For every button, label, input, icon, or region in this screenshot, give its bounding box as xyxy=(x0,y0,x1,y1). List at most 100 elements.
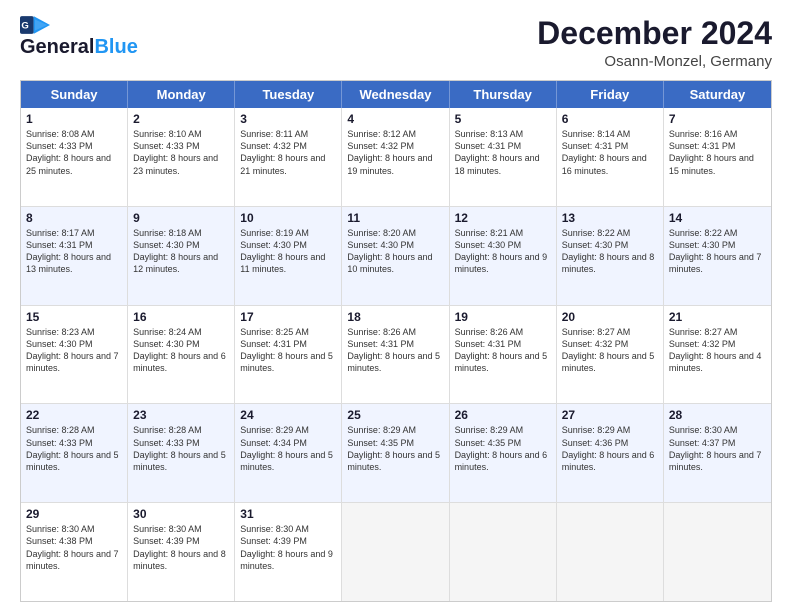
svg-text:G: G xyxy=(21,20,28,31)
day-number: 21 xyxy=(669,310,766,324)
calendar-cell: 8 Sunrise: 8:17 AMSunset: 4:31 PMDaylight… xyxy=(21,207,128,305)
day-number: 27 xyxy=(562,408,658,422)
day-number: 8 xyxy=(26,211,122,225)
calendar-cell: 17Sunrise: 8:25 AMSunset: 4:31 PMDayligh… xyxy=(235,306,342,404)
day-number: 11 xyxy=(347,211,443,225)
cell-info: Sunrise: 8:27 AMSunset: 4:32 PMDaylight:… xyxy=(669,326,766,375)
calendar: Sunday Monday Tuesday Wednesday Thursday… xyxy=(20,80,772,602)
day-number: 26 xyxy=(455,408,551,422)
header: G General Blue December 2024 Osann-Monze… xyxy=(20,16,772,70)
calendar-cell: 12 Sunrise: 8:21 AMSunset: 4:30 PMDayligh… xyxy=(450,207,557,305)
cell-info: Sunrise: 8:12 AMSunset: 4:32 PMDaylight:… xyxy=(347,128,443,177)
calendar-cell: 15Sunrise: 8:23 AMSunset: 4:30 PMDayligh… xyxy=(21,306,128,404)
calendar-cell: 19 Sunrise: 8:26 AMSunset: 4:31 PMDayligh… xyxy=(450,306,557,404)
cell-info: Sunrise: 8:30 AMSunset: 4:39 PMDaylight:… xyxy=(240,523,336,572)
cell-info: Sunrise: 8:26 AMSunset: 4:31 PMDaylight:… xyxy=(347,326,443,375)
calendar-cell: 29 Sunrise: 8:30 AMSunset: 4:38 PMDayligh… xyxy=(21,503,128,601)
logo-general: General xyxy=(20,36,94,59)
cell-info: Sunrise: 8:24 AMSunset: 4:30 PMDaylight:… xyxy=(133,326,229,375)
day-number: 13 xyxy=(562,211,658,225)
day-number: 20 xyxy=(562,310,658,324)
cell-info: Sunrise: 8:10 AMSunset: 4:33 PMDaylight:… xyxy=(133,128,229,177)
cell-info: Sunrise: 8:18 AMSunset: 4:30 PMDaylight:… xyxy=(133,227,229,276)
day-number: 14 xyxy=(669,211,766,225)
day-number: 4 xyxy=(347,112,443,126)
day-number: 7 xyxy=(669,112,766,126)
calendar-cell: 26Sunrise: 8:29 AMSunset: 4:35 PMDayligh… xyxy=(450,404,557,502)
day-number: 29 xyxy=(26,507,122,521)
calendar-cell: 7 Sunrise: 8:16 AMSunset: 4:31 PMDaylight… xyxy=(664,108,771,206)
logo-icon: G xyxy=(20,16,50,34)
day-number: 22 xyxy=(26,408,122,422)
calendar-cell xyxy=(664,503,771,601)
calendar-cell: 16 Sunrise: 8:24 AMSunset: 4:30 PMDayligh… xyxy=(128,306,235,404)
calendar-cell: 31Sunrise: 8:30 AMSunset: 4:39 PMDayligh… xyxy=(235,503,342,601)
day-number: 19 xyxy=(455,310,551,324)
cell-info: Sunrise: 8:21 AMSunset: 4:30 PMDaylight:… xyxy=(455,227,551,276)
cell-info: Sunrise: 8:26 AMSunset: 4:31 PMDaylight:… xyxy=(455,326,551,375)
cell-info: Sunrise: 8:08 AMSunset: 4:33 PMDaylight:… xyxy=(26,128,122,177)
calendar-row-4: 22 Sunrise: 8:28 AMSunset: 4:33 PMDayligh… xyxy=(21,404,771,503)
calendar-cell xyxy=(342,503,449,601)
month-title: December 2024 xyxy=(537,16,772,51)
calendar-cell: 11 Sunrise: 8:20 AMSunset: 4:30 PMDayligh… xyxy=(342,207,449,305)
calendar-cell: 27 Sunrise: 8:29 AMSunset: 4:36 PMDayligh… xyxy=(557,404,664,502)
day-number: 6 xyxy=(562,112,658,126)
day-number: 28 xyxy=(669,408,766,422)
header-saturday: Saturday xyxy=(664,81,771,108)
cell-info: Sunrise: 8:14 AMSunset: 4:31 PMDaylight:… xyxy=(562,128,658,177)
cell-info: Sunrise: 8:22 AMSunset: 4:30 PMDaylight:… xyxy=(562,227,658,276)
calendar-cell xyxy=(557,503,664,601)
calendar-cell: 14Sunrise: 8:22 AMSunset: 4:30 PMDayligh… xyxy=(664,207,771,305)
cell-info: Sunrise: 8:30 AMSunset: 4:38 PMDaylight:… xyxy=(26,523,122,572)
calendar-row-1: 1 Sunrise: 8:08 AMSunset: 4:33 PMDaylight… xyxy=(21,108,771,207)
calendar-cell: 18Sunrise: 8:26 AMSunset: 4:31 PMDayligh… xyxy=(342,306,449,404)
cell-info: Sunrise: 8:28 AMSunset: 4:33 PMDaylight:… xyxy=(133,424,229,473)
calendar-body: 1 Sunrise: 8:08 AMSunset: 4:33 PMDaylight… xyxy=(21,108,771,601)
day-number: 12 xyxy=(455,211,551,225)
header-sunday: Sunday xyxy=(21,81,128,108)
calendar-row-5: 29 Sunrise: 8:30 AMSunset: 4:38 PMDayligh… xyxy=(21,503,771,601)
day-number: 10 xyxy=(240,211,336,225)
calendar-cell: 10Sunrise: 8:19 AMSunset: 4:30 PMDayligh… xyxy=(235,207,342,305)
logo: G General Blue xyxy=(20,16,138,59)
cell-info: Sunrise: 8:13 AMSunset: 4:31 PMDaylight:… xyxy=(455,128,551,177)
cell-info: Sunrise: 8:17 AMSunset: 4:31 PMDaylight:… xyxy=(26,227,122,276)
day-number: 1 xyxy=(26,112,122,126)
cell-info: Sunrise: 8:20 AMSunset: 4:30 PMDaylight:… xyxy=(347,227,443,276)
calendar-cell: 6 Sunrise: 8:14 AMSunset: 4:31 PMDaylight… xyxy=(557,108,664,206)
calendar-cell: 1 Sunrise: 8:08 AMSunset: 4:33 PMDaylight… xyxy=(21,108,128,206)
calendar-cell: 13 Sunrise: 8:22 AMSunset: 4:30 PMDayligh… xyxy=(557,207,664,305)
calendar-cell: 2 Sunrise: 8:10 AMSunset: 4:33 PMDaylight… xyxy=(128,108,235,206)
day-number: 5 xyxy=(455,112,551,126)
header-monday: Monday xyxy=(128,81,235,108)
cell-info: Sunrise: 8:16 AMSunset: 4:31 PMDaylight:… xyxy=(669,128,766,177)
calendar-cell: 25Sunrise: 8:29 AMSunset: 4:35 PMDayligh… xyxy=(342,404,449,502)
calendar-cell: 5 Sunrise: 8:13 AMSunset: 4:31 PMDaylight… xyxy=(450,108,557,206)
calendar-cell: 20Sunrise: 8:27 AMSunset: 4:32 PMDayligh… xyxy=(557,306,664,404)
cell-info: Sunrise: 8:28 AMSunset: 4:33 PMDaylight:… xyxy=(26,424,122,473)
logo-blue: Blue xyxy=(94,36,137,59)
title-block: December 2024 Osann-Monzel, Germany xyxy=(537,16,772,70)
calendar-header: Sunday Monday Tuesday Wednesday Thursday… xyxy=(21,81,771,108)
day-number: 15 xyxy=(26,310,122,324)
day-number: 16 xyxy=(133,310,229,324)
cell-info: Sunrise: 8:29 AMSunset: 4:36 PMDaylight:… xyxy=(562,424,658,473)
location: Osann-Monzel, Germany xyxy=(537,53,772,70)
calendar-cell: 30Sunrise: 8:30 AMSunset: 4:39 PMDayligh… xyxy=(128,503,235,601)
cell-info: Sunrise: 8:30 AMSunset: 4:39 PMDaylight:… xyxy=(133,523,229,572)
cell-info: Sunrise: 8:25 AMSunset: 4:31 PMDaylight:… xyxy=(240,326,336,375)
calendar-row-3: 15Sunrise: 8:23 AMSunset: 4:30 PMDayligh… xyxy=(21,306,771,405)
calendar-cell: 24 Sunrise: 8:29 AMSunset: 4:34 PMDayligh… xyxy=(235,404,342,502)
day-number: 24 xyxy=(240,408,336,422)
header-thursday: Thursday xyxy=(450,81,557,108)
header-tuesday: Tuesday xyxy=(235,81,342,108)
cell-info: Sunrise: 8:30 AMSunset: 4:37 PMDaylight:… xyxy=(669,424,766,473)
day-number: 9 xyxy=(133,211,229,225)
day-number: 2 xyxy=(133,112,229,126)
calendar-cell xyxy=(450,503,557,601)
cell-info: Sunrise: 8:29 AMSunset: 4:35 PMDaylight:… xyxy=(347,424,443,473)
cell-info: Sunrise: 8:29 AMSunset: 4:34 PMDaylight:… xyxy=(240,424,336,473)
calendar-row-2: 8 Sunrise: 8:17 AMSunset: 4:31 PMDaylight… xyxy=(21,207,771,306)
calendar-cell: 23Sunrise: 8:28 AMSunset: 4:33 PMDayligh… xyxy=(128,404,235,502)
